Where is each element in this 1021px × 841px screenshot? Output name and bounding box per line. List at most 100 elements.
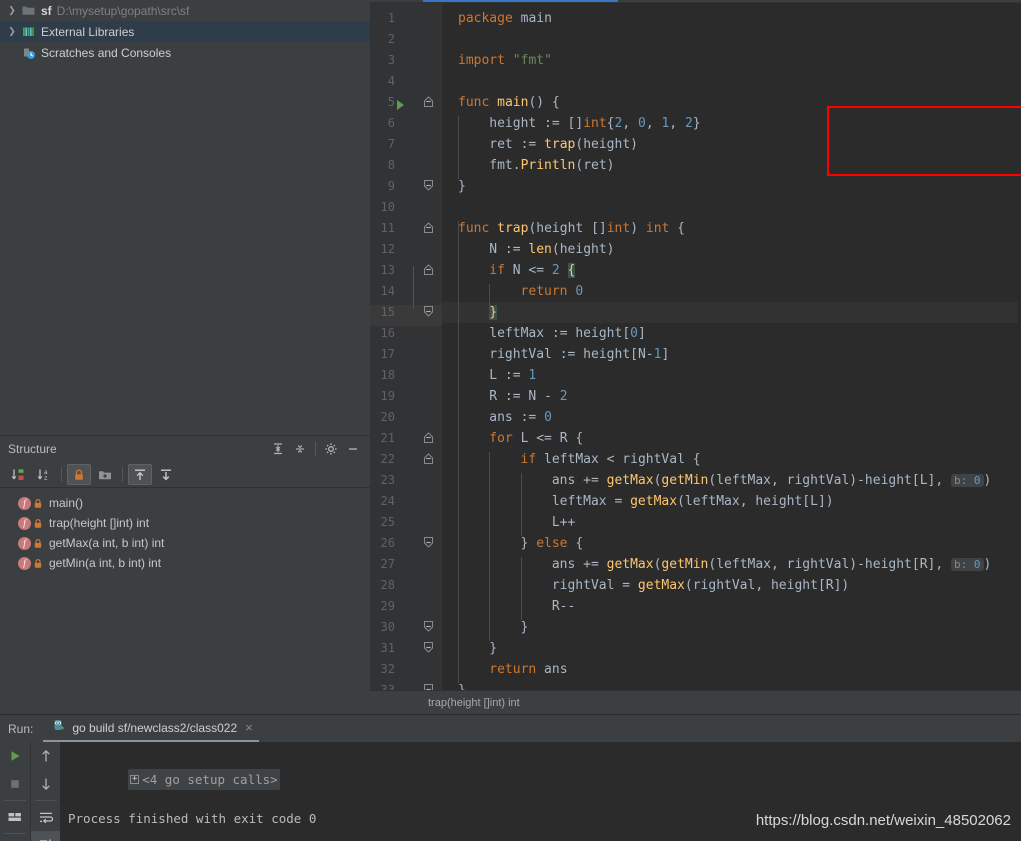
code-line[interactable]: } — [442, 617, 529, 638]
code-line[interactable]: R := N - 2 — [442, 386, 567, 407]
close-icon[interactable]: × — [245, 720, 253, 735]
line-number: 18 — [380, 368, 395, 382]
expand-icon[interactable]: + — [130, 775, 140, 784]
hide-icon[interactable] — [342, 439, 364, 459]
line-number: 26 — [380, 536, 395, 550]
code-line[interactable]: } — [442, 638, 497, 659]
console-fold-line[interactable]: + <4 go setup calls> — [60, 745, 1021, 790]
breadcrumb[interactable]: trap(height []int) int — [370, 690, 1021, 714]
code-line[interactable]: N := len(height) — [442, 239, 614, 260]
code-line[interactable]: func trap(height []int) int { — [442, 218, 685, 239]
chevron-right-icon[interactable]: ❯ — [4, 0, 20, 21]
line-number: 28 — [380, 578, 395, 592]
function-icon: f — [18, 516, 31, 530]
structure-item[interactable]: f getMin(a int, b int) int — [0, 553, 370, 573]
code-line[interactable]: rightVal := height[N-1] — [442, 344, 669, 365]
code-line[interactable]: } — [442, 302, 498, 323]
code-line[interactable]: rightVal = getMax(rightVal, height[R]) — [442, 575, 849, 596]
code-line[interactable]: ret := trap(height) — [442, 134, 638, 155]
project-tree[interactable]: ❯ sf D:\mysetup\gopath\src\sf ❯ External Lib… — [0, 0, 370, 435]
tree-row-external-libraries[interactable]: ❯ External Libraries — [0, 21, 370, 42]
fold-chip-text: <4 go setup calls> — [142, 772, 278, 787]
structure-item-label: main() — [49, 496, 84, 510]
code-content[interactable]: package main import "fmt" func main() {hei… — [442, 3, 1021, 690]
tree-row-scratches-and-consoles[interactable]: Scratches and Consoles — [0, 42, 370, 63]
collapse-all-icon[interactable] — [289, 439, 311, 459]
code-line[interactable]: height := []int{2, 0, 1, 2} — [442, 113, 700, 134]
line-number: 1 — [387, 11, 395, 25]
code-line[interactable]: L := 1 — [442, 365, 536, 386]
collapsed-frames-chip[interactable]: + <4 go setup calls> — [128, 769, 280, 790]
fold-toggle-icon[interactable] — [422, 179, 434, 195]
fold-toggle-icon[interactable] — [422, 263, 434, 279]
divider — [4, 833, 26, 834]
scroll-to-end-icon[interactable] — [31, 831, 61, 841]
scroll-from-source-icon[interactable] — [128, 464, 152, 485]
code-line[interactable]: ans += getMax(getMin(leftMax, rightVal)-… — [442, 554, 992, 575]
fold-toggle-icon[interactable] — [422, 305, 434, 321]
run-icon[interactable] — [0, 742, 30, 770]
line-number: 11 — [380, 221, 395, 235]
soft-wrap-icon[interactable] — [31, 803, 61, 831]
lock-icon — [31, 498, 45, 509]
fold-toggle-icon[interactable] — [422, 620, 434, 636]
console-blank-row — [60, 787, 1021, 808]
line-number: 15 — [380, 305, 395, 319]
go-gopher-icon — [51, 718, 66, 738]
code-line[interactable]: if leftMax < rightVal { — [442, 449, 701, 470]
chevron-right-icon[interactable]: ❯ — [4, 21, 20, 42]
code-line[interactable]: if N <= 2 { — [442, 260, 576, 281]
run-controls-column — [0, 742, 30, 841]
divider — [34, 800, 57, 801]
line-number: 8 — [387, 158, 395, 172]
sort-by-visibility-icon[interactable] — [6, 464, 30, 485]
run-gutter-icon[interactable] — [397, 100, 404, 110]
scroll-to-source-icon[interactable] — [154, 464, 178, 485]
code-line[interactable]: import "fmt" — [442, 50, 552, 71]
layout-icon[interactable] — [0, 803, 30, 831]
fold-toggle-icon[interactable] — [422, 221, 434, 237]
code-line[interactable]: func main() { — [442, 92, 560, 113]
structure-list[interactable]: f main() f trap(height []int) int f getMax(a … — [0, 488, 370, 573]
line-number-gutter[interactable]: 1 2 3 4 5 6 7 8 9 10 11 12 13 14 15 16 17 18 19 20 21 22 23 24 2… — [370, 3, 442, 697]
fold-toggle-icon[interactable] — [422, 452, 434, 468]
run-console-controls — [30, 742, 61, 841]
fold-toggle-icon[interactable] — [422, 95, 434, 111]
code-line[interactable] — [442, 71, 458, 92]
show-non-public-icon[interactable] — [67, 464, 91, 485]
code-line[interactable]: return ans — [442, 659, 567, 680]
code-line[interactable]: L++ — [442, 512, 575, 533]
up-icon[interactable] — [31, 742, 61, 770]
line-number: 24 — [380, 494, 395, 508]
code-line[interactable]: leftMax := height[0] — [442, 323, 646, 344]
tree-item-path: D:\mysetup\gopath\src\sf — [56, 3, 190, 18]
code-line[interactable]: ans += getMax(getMin(leftMax, rightVal)-… — [442, 470, 992, 491]
fold-toggle-icon[interactable] — [422, 431, 434, 447]
code-line[interactable]: R-- — [442, 596, 575, 617]
structure-item[interactable]: f trap(height []int) int — [0, 513, 370, 533]
structure-item[interactable]: f getMax(a int, b int) int — [0, 533, 370, 553]
code-line[interactable]: package main — [442, 8, 552, 29]
settings-gear-icon[interactable] — [320, 439, 342, 459]
code-line[interactable]: for L <= R { — [442, 428, 583, 449]
code-line[interactable]: leftMax = getMax(leftMax, height[L]) — [442, 491, 834, 512]
stop-icon[interactable] — [0, 770, 30, 798]
code-line[interactable]: return 0 — [442, 281, 584, 302]
line-number: 17 — [380, 347, 395, 361]
run-tab[interactable]: go build sf/newclass2/class022 × — [43, 715, 259, 742]
tree-row-sf[interactable]: ❯ sf D:\mysetup\gopath\src\sf — [0, 0, 370, 21]
structure-item[interactable]: f main() — [0, 493, 370, 513]
group-by-file-icon[interactable] — [93, 464, 117, 485]
code-line[interactable]: } — [442, 680, 466, 690]
expand-all-icon[interactable] — [267, 439, 289, 459]
sort-alphabetically-icon[interactable]: az — [32, 464, 56, 485]
code-line[interactable]: } — [442, 176, 466, 197]
code-line[interactable] — [442, 197, 458, 218]
fold-toggle-icon[interactable] — [422, 641, 434, 657]
code-line[interactable] — [442, 29, 458, 50]
code-line[interactable]: fmt.Println(ret) — [442, 155, 614, 176]
down-icon[interactable] — [31, 770, 61, 798]
code-line[interactable]: } else { — [442, 533, 584, 554]
code-editor[interactable]: 1 2 3 4 5 6 7 8 9 10 11 12 13 14 15 16 17 18 19 20 21 22 23 24 2… — [370, 0, 1021, 697]
fold-toggle-icon[interactable] — [422, 536, 434, 552]
